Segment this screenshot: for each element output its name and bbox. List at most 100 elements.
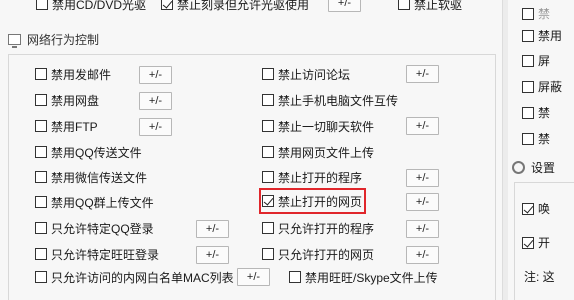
rp-opt-1-label: 唤 <box>538 202 551 216</box>
block-web-upload-label: 禁用网页文件上传 <box>278 145 375 160</box>
burn-block-checkbox[interactable] <box>161 0 173 10</box>
rp-opt-2-label: 开 <box>538 236 551 250</box>
rp-opt-2[interactable]: 开 <box>522 234 550 251</box>
rp-item-1-checkbox[interactable] <box>522 7 534 20</box>
left-panel: 禁用CD/DVD光驱 禁止刻录但允许光驱使用 +/- 禁止软驱 网络行为控制 禁… <box>0 0 502 300</box>
rp-item-5[interactable]: 禁 <box>522 104 550 121</box>
disable-email-plusminus-button[interactable]: +/- <box>139 66 172 84</box>
disable-qq-group-upload-checkbox[interactable] <box>35 196 47 208</box>
disable-ftp-plusminus-button[interactable]: +/- <box>139 118 172 136</box>
disable-ftp-row[interactable]: 禁用FTP <box>35 117 98 135</box>
rp-item-5-checkbox[interactable] <box>522 106 534 119</box>
allow-specific-wangwang-plusminus-button[interactable]: +/- <box>196 246 229 264</box>
block-forum-row[interactable]: 禁止访问论坛 <box>262 65 350 83</box>
allow-specific-qq-plusminus-button[interactable]: +/- <box>196 220 229 238</box>
highlight-box <box>259 188 366 214</box>
rp-opt-2-checkbox[interactable] <box>522 236 534 249</box>
disable-floppy-row[interactable]: 禁止软驱 <box>398 0 462 13</box>
disable-email-checkbox[interactable] <box>35 68 47 80</box>
block-programs-checkbox[interactable] <box>262 171 274 183</box>
rp-item-6-checkbox[interactable] <box>522 132 534 145</box>
block-web-upload-row[interactable]: 禁用网页文件上传 <box>262 143 374 161</box>
disable-wechat-file-row[interactable]: 禁用微信传送文件 <box>35 168 147 186</box>
disable-cd-dvd-checkbox[interactable] <box>36 0 48 10</box>
allow-only-webpages-label: 只允许打开的网页 <box>278 247 375 262</box>
disable-qq-file-row[interactable]: 禁用QQ传送文件 <box>35 143 142 161</box>
settings-label: 设置 <box>531 161 556 175</box>
disable-email-row[interactable]: 禁用发邮件 <box>35 65 111 83</box>
allow-only-programs-label: 只允许打开的程序 <box>278 221 375 236</box>
disable-qq-file-label: 禁用QQ传送文件 <box>51 145 142 160</box>
rp-item-6[interactable]: 禁 <box>522 130 550 147</box>
disable-floppy-checkbox[interactable] <box>398 0 410 10</box>
rp-item-3-label: 屏 <box>538 54 551 68</box>
rp-note-text: 注: 这 <box>524 270 555 284</box>
block-forum-label: 禁止访问论坛 <box>278 67 351 82</box>
disable-email-label: 禁用发邮件 <box>51 67 112 82</box>
block-phone-pc-transfer-row[interactable]: 禁止手机电脑文件互传 <box>262 91 398 109</box>
block-web-upload-checkbox[interactable] <box>262 146 274 158</box>
block-chat-software-plusminus-button[interactable]: +/- <box>406 117 439 135</box>
section-title: 网络行为控制 <box>27 33 100 47</box>
disable-floppy-label: 禁止软驱 <box>414 0 463 12</box>
burn-block-row[interactable]: 禁止刻录但允许光驱使用 <box>161 0 309 13</box>
allow-specific-wangwang-checkbox[interactable] <box>35 248 47 260</box>
block-forum-checkbox[interactable] <box>262 68 274 80</box>
block-wangwang-skype-upload-label: 禁用旺旺/Skype文件上传 <box>305 270 438 285</box>
disable-cd-dvd-label: 禁用CD/DVD光驱 <box>52 0 147 12</box>
block-webpages-plusminus-button[interactable]: +/- <box>406 193 439 211</box>
block-chat-software-row[interactable]: 禁止一切聊天软件 <box>262 117 374 135</box>
rp-item-1[interactable]: 禁 <box>522 5 550 22</box>
disable-qq-file-checkbox[interactable] <box>35 146 47 158</box>
rp-opt-1[interactable]: 唤 <box>522 200 550 217</box>
disable-netdisk-plusminus-button[interactable]: +/- <box>139 92 172 110</box>
block-chat-software-checkbox[interactable] <box>262 120 274 132</box>
lan-whitelist-mac-row[interactable]: 只允许访问的内网白名单MAC列表 <box>35 268 234 286</box>
allow-specific-wangwang-row[interactable]: 只允许特定旺旺登录 <box>35 245 159 263</box>
right-panel: 禁 禁用 屏 屏蔽 禁 禁 设置 唤 开 注: 这 <box>508 0 574 300</box>
allow-only-programs-row[interactable]: 只允许打开的程序 <box>262 219 374 237</box>
block-wangwang-skype-upload-checkbox[interactable] <box>289 271 301 283</box>
disable-netdisk-label: 禁用网盘 <box>51 93 100 108</box>
disable-netdisk-row[interactable]: 禁用网盘 <box>35 91 99 109</box>
allow-specific-qq-checkbox[interactable] <box>35 222 47 234</box>
rp-opt-1-checkbox[interactable] <box>522 202 534 215</box>
allow-only-programs-checkbox[interactable] <box>262 222 274 234</box>
lan-whitelist-mac-checkbox[interactable] <box>35 271 47 283</box>
block-programs-plusminus-button[interactable]: +/- <box>406 169 439 187</box>
burn-block-plusminus-button[interactable]: +/- <box>328 0 361 12</box>
disable-cd-dvd-row[interactable]: 禁用CD/DVD光驱 <box>36 0 146 13</box>
rp-note: 注: 这 <box>524 268 555 285</box>
rp-item-3[interactable]: 屏 <box>522 52 550 69</box>
disable-qq-group-upload-row[interactable]: 禁用QQ群上传文件 <box>35 193 154 211</box>
block-wangwang-skype-upload-row[interactable]: 禁用旺旺/Skype文件上传 <box>289 268 438 286</box>
disable-ftp-label: 禁用FTP <box>51 119 98 134</box>
rp-item-5-label: 禁 <box>538 106 551 120</box>
disable-wechat-file-checkbox[interactable] <box>35 171 47 183</box>
allow-only-programs-plusminus-button[interactable]: +/- <box>406 220 439 238</box>
rp-item-4-checkbox[interactable] <box>522 80 534 93</box>
lan-whitelist-mac-label: 只允许访问的内网白名单MAC列表 <box>51 270 234 285</box>
rp-item-2-label: 禁用 <box>538 29 563 43</box>
lan-whitelist-mac-plusminus-button[interactable]: +/- <box>237 268 270 286</box>
settings-header: 设置 <box>512 159 555 176</box>
rp-item-4[interactable]: 屏蔽 <box>522 78 562 95</box>
disable-ftp-checkbox[interactable] <box>35 120 47 132</box>
gear-icon <box>512 161 525 174</box>
allow-only-webpages-plusminus-button[interactable]: +/- <box>406 246 439 264</box>
disable-netdisk-checkbox[interactable] <box>35 94 47 106</box>
rp-item-2[interactable]: 禁用 <box>522 27 562 44</box>
block-phone-pc-transfer-checkbox[interactable] <box>262 94 274 106</box>
rp-item-2-checkbox[interactable] <box>522 29 534 42</box>
disable-qq-group-upload-label: 禁用QQ群上传文件 <box>51 195 154 210</box>
allow-only-webpages-checkbox[interactable] <box>262 248 274 260</box>
block-forum-plusminus-button[interactable]: +/- <box>406 65 439 83</box>
allow-only-webpages-row[interactable]: 只允许打开的网页 <box>262 245 374 263</box>
allow-specific-wangwang-label: 只允许特定旺旺登录 <box>51 247 160 262</box>
network-monitor-icon <box>8 34 21 48</box>
rp-item-3-checkbox[interactable] <box>522 54 534 67</box>
block-programs-row[interactable]: 禁止打开的程序 <box>262 168 362 186</box>
rp-item-6-label: 禁 <box>538 132 551 146</box>
burn-block-label: 禁止刻录但允许光驱使用 <box>177 0 310 12</box>
allow-specific-qq-row[interactable]: 只允许特定QQ登录 <box>35 219 154 237</box>
